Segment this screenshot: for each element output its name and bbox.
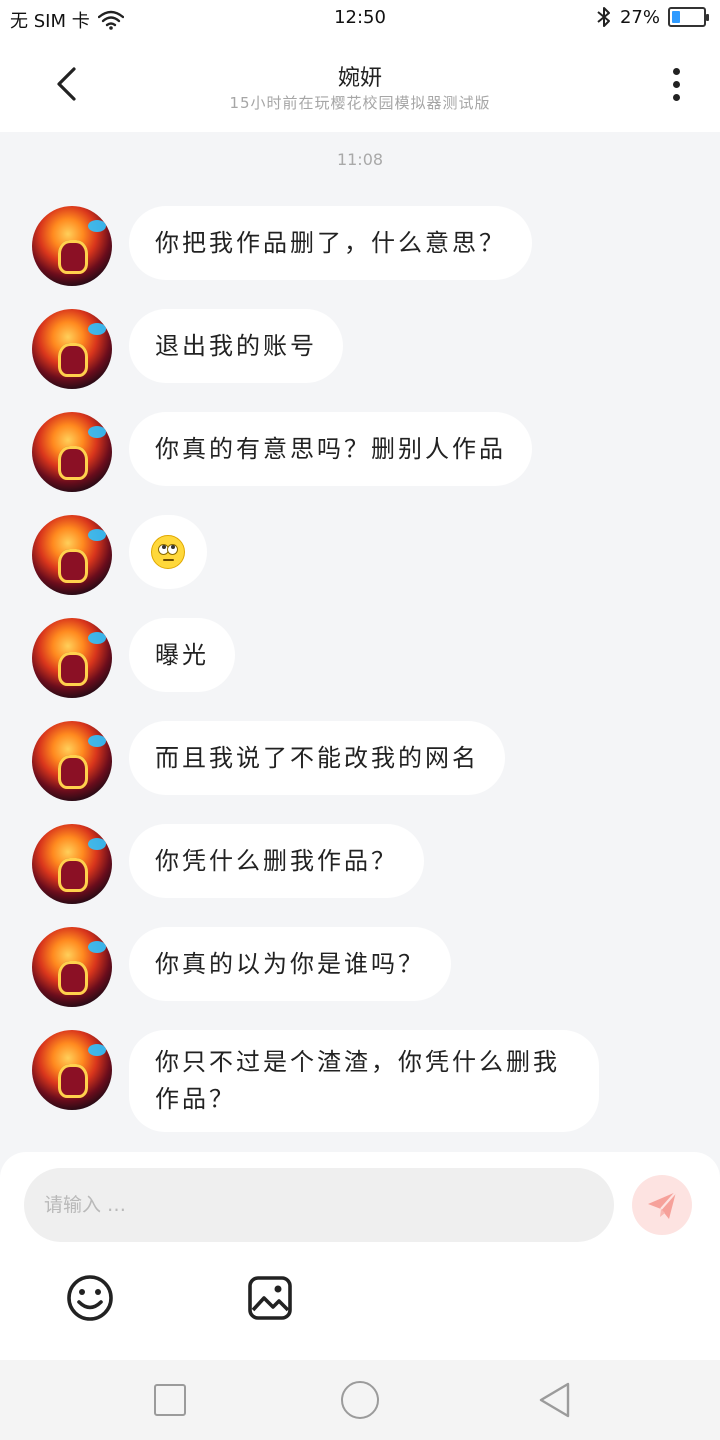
avatar[interactable] [32, 721, 112, 801]
battery-icon [668, 7, 709, 27]
avatar[interactable] [32, 206, 112, 286]
triangle-back-icon[interactable] [536, 1381, 572, 1419]
avatar[interactable] [32, 309, 112, 389]
navigation-bar [0, 1360, 720, 1440]
message-text: 退出我的账号 [155, 331, 317, 360]
smiley-icon [67, 1275, 113, 1321]
dot-icon [672, 80, 680, 88]
contact-status: 15小时前在玩樱花校园模拟器测试版 [229, 94, 491, 112]
message-bubble[interactable]: 你只不过是个渣渣，你凭什么删我作品？ [129, 1030, 599, 1132]
avatar[interactable] [32, 618, 112, 698]
message-bubble[interactable] [129, 515, 207, 589]
message-bubble[interactable]: 曝光 [129, 618, 235, 692]
message-bubble[interactable]: 你真的有意思吗？删别人作品 [129, 412, 532, 486]
dot-icon [672, 93, 680, 101]
image-icon [248, 1276, 292, 1320]
message-bubble[interactable]: 你真的以为你是谁吗？ [129, 927, 451, 1001]
avatar[interactable] [32, 927, 112, 1007]
contact-name: 婉妍 [337, 66, 382, 91]
message-row: 曝光 [32, 618, 235, 698]
message-row: 退出我的账号 [32, 309, 343, 389]
eye-roll-emoji-icon [151, 535, 185, 569]
message-text: 你只不过是个渣渣，你凭什么删我作品？ [155, 1048, 560, 1113]
dot-icon [672, 67, 680, 75]
message-bubble[interactable]: 你凭什么删我作品？ [129, 824, 424, 898]
message-text: 你真的有意思吗？删别人作品 [155, 434, 506, 463]
square-recents-icon[interactable] [154, 1384, 186, 1416]
message-row: 你只不过是个渣渣，你凭什么删我作品？ [32, 1030, 599, 1132]
message-row: 而且我说了不能改我的网名 [32, 721, 505, 801]
message-list[interactable]: 11:08 你把我作品删了，什么意思？ 退出我的账号 你真的有意思吗？删别人作品 [0, 132, 720, 1152]
message-text: 你把我作品删了，什么意思？ [155, 228, 506, 257]
avatar[interactable] [32, 412, 112, 492]
message-text: 你真的以为你是谁吗？ [155, 949, 425, 978]
composer [0, 1152, 720, 1360]
status-bar: 无 SIM 卡 12:50 27% [0, 0, 720, 36]
message-row: 你真的有意思吗？删别人作品 [32, 412, 532, 492]
timestamp: 11:08 [336, 150, 384, 169]
message-row: 你凭什么删我作品？ [32, 824, 424, 904]
battery-percent: 27% [619, 6, 660, 28]
message-row: 你把我作品删了，什么意思？ [32, 206, 532, 286]
avatar[interactable] [32, 515, 112, 595]
circle-home-icon[interactable] [341, 1381, 379, 1419]
send-button[interactable] [632, 1175, 692, 1235]
chat-header: 婉妍 15小时前在玩樱花校园模拟器测试版 [0, 36, 720, 132]
avatar[interactable] [32, 824, 112, 904]
message-text: 而且我说了不能改我的网名 [155, 743, 479, 772]
message-row [32, 515, 207, 595]
chat-screen: 无 SIM 卡 12:50 27% 婉妍 15小时前在玩樱花校园模拟器测试版 1… [0, 0, 720, 1440]
more-options-button[interactable] [656, 58, 696, 110]
emoji-button[interactable] [66, 1274, 114, 1322]
avatar[interactable] [32, 1030, 112, 1110]
message-text: 曝光 [155, 640, 209, 669]
image-button[interactable] [246, 1274, 294, 1322]
message-bubble[interactable]: 退出我的账号 [129, 309, 343, 383]
message-row: 你真的以为你是谁吗？ [32, 927, 451, 1007]
message-input[interactable] [24, 1168, 614, 1242]
bluetooth-icon [597, 7, 610, 27]
status-right: 27% [596, 6, 709, 28]
message-bubble[interactable]: 而且我说了不能改我的网名 [129, 721, 505, 795]
battery-level [672, 11, 681, 23]
message-text: 你凭什么删我作品？ [155, 846, 398, 875]
paper-plane-icon [648, 1191, 677, 1219]
message-bubble[interactable]: 你把我作品删了，什么意思？ [129, 206, 532, 280]
